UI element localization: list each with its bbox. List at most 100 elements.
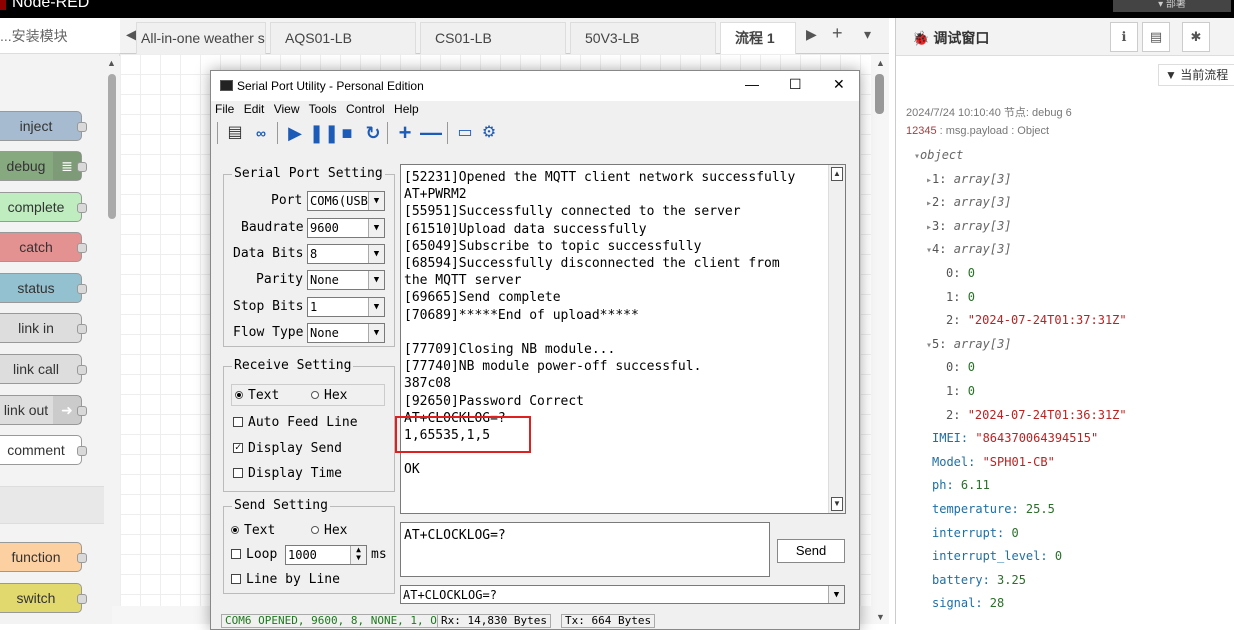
recv-text-radio[interactable]: Text [235, 388, 279, 403]
debug-tree-row[interactable]: ▾5: array[3] [926, 337, 1012, 351]
maximize-button[interactable]: ☐ [789, 76, 802, 93]
close-button[interactable]: ✕ [833, 76, 845, 93]
link-icon[interactable]: ∞ [249, 121, 273, 145]
recv-hex-radio[interactable]: Hex [311, 388, 347, 403]
palette-node-link-out[interactable]: link out ➜ [0, 395, 87, 425]
info-tab-icon[interactable]: ℹ [1110, 22, 1138, 52]
flow-tab[interactable]: CS01-LB [420, 22, 566, 54]
palette-node-function[interactable]: function [0, 542, 87, 572]
menu-help[interactable]: Help [394, 102, 419, 116]
app-icon [220, 80, 233, 91]
palette-node-label: catch [19, 239, 53, 255]
refresh-icon[interactable]: ↻ [361, 121, 385, 145]
debug-tab-icon[interactable]: ✱ [1182, 22, 1210, 52]
loop-interval-input[interactable]: 1000 ▲ ▼ [285, 545, 367, 565]
node-port-icon [77, 122, 87, 132]
port-select[interactable]: COM6(USB ▼ [307, 191, 385, 211]
display-send-checkbox[interactable]: ✓ Display Send [233, 441, 342, 456]
flow-tabs: ◀ All-in-one weather s AQS01-LB CS01-LB 50V… [120, 18, 889, 54]
scroll-up-icon[interactable]: ▲ [831, 167, 843, 181]
palette-node-inject[interactable]: inject [0, 111, 87, 141]
debug-tree-row[interactable]: ▸3: array[3] [926, 219, 1012, 233]
node-red-logo-icon [0, 0, 6, 10]
node-port-icon [77, 446, 87, 456]
receive-scrollbar[interactable]: ▲ ▼ [828, 165, 845, 513]
scroll-up-icon[interactable]: ▲ [107, 58, 116, 68]
line-by-line-checkbox[interactable]: Line by Line [231, 572, 340, 587]
tab-scroll-right-icon[interactable]: ▶ [806, 26, 817, 43]
debug-sidebar: 🐞 调试窗口 ℹ ▤ ✱ ▼ 当前流程 2024/7/24 10:10:40 节… [895, 18, 1234, 624]
palette-node-switch[interactable]: switch [0, 583, 87, 613]
auto-feed-checkbox[interactable]: Auto Feed Line [233, 415, 358, 430]
node-port-icon [77, 406, 87, 416]
stopbits-select[interactable]: 1 ▼ [307, 297, 385, 317]
debug-tree-row[interactable]: ▸1: array[3] [926, 172, 1012, 186]
display-time-checkbox[interactable]: Display Time [233, 466, 342, 481]
flowtype-select[interactable]: None ▼ [307, 323, 385, 343]
scroll-down-icon[interactable]: ▼ [831, 497, 843, 511]
palette-node-catch[interactable]: catch [0, 232, 87, 262]
menu-edit[interactable]: Edit [244, 102, 265, 116]
palette-scrollbar[interactable]: ▲ [104, 56, 120, 624]
node-port-icon [77, 594, 87, 604]
status-port: COM6 OPENED, 9600, 8, NONE, 1, OFF [221, 614, 455, 628]
palette-search[interactable]: ...安装模块 [0, 18, 120, 54]
node-port-icon [77, 243, 87, 253]
send-button[interactable]: Send [777, 539, 845, 563]
debug-message-meta: 2024/7/24 10:10:40 节点: debug 6 [906, 107, 1072, 119]
help-tab-icon[interactable]: ▤ [1142, 22, 1170, 52]
workspace-scrollbar[interactable]: ▲ ▼ [871, 54, 889, 624]
menu-control[interactable]: Control [346, 102, 385, 116]
tab-menu-icon[interactable]: ▾ [864, 26, 871, 43]
gear-icon[interactable]: ⚙ [477, 121, 501, 145]
document-icon[interactable]: ▤ [223, 121, 247, 145]
serial-titlebar: Serial Port Utility - Personal Edition —… [211, 71, 859, 101]
serial-port-utility-window: Serial Port Utility - Personal Edition —… [210, 70, 860, 630]
node-port-icon [77, 203, 87, 213]
palette-node-label: switch [16, 590, 56, 606]
flow-tab[interactable]: 流程 1 [720, 22, 796, 54]
minimize-button[interactable]: — [745, 76, 759, 92]
loop-checkbox[interactable]: Loop [231, 547, 277, 562]
debug-tree-row: 1: 0 [946, 289, 975, 304]
deploy-button[interactable]: ▾ 部署 [1113, 0, 1231, 12]
debug-tree-row[interactable]: ▸2: array[3] [926, 195, 1012, 209]
baudrate-select[interactable]: 9600 ▼ [307, 218, 385, 238]
palette-node-status[interactable]: status [0, 273, 87, 303]
debug-tree-row: 2: "2024-07-24T01:36:31Z" [946, 407, 1127, 422]
flow-tab[interactable]: All-in-one weather s [136, 22, 266, 54]
palette-node-link-in[interactable]: link in [0, 313, 87, 343]
start-icon[interactable]: ▶ [283, 121, 307, 145]
receive-textarea[interactable]: [52231]Opened the MQTT client network su… [400, 164, 846, 514]
debug-tree-row[interactable]: ▾object [914, 148, 963, 162]
debug-tree-row: battery: 3.25 [932, 572, 1026, 587]
debug-tree-row[interactable]: ▾4: array[3] [926, 242, 1012, 256]
add-flow-icon[interactable]: + [832, 23, 843, 44]
debug-tree-row: 2: "2024-07-24T01:37:31Z" [946, 313, 1127, 328]
menu-file[interactable]: File [215, 102, 234, 116]
debug-filter[interactable]: ▼ 当前流程 [1158, 64, 1234, 86]
remove-icon[interactable]: — [419, 121, 443, 145]
parity-select[interactable]: None ▼ [307, 270, 385, 290]
send-text-radio[interactable]: Text [231, 523, 275, 538]
pause-icon[interactable]: ❚❚ [309, 121, 339, 145]
palette-node-complete[interactable]: complete [0, 192, 87, 222]
send-hex-radio[interactable]: Hex [311, 523, 347, 538]
add-icon[interactable]: + [393, 121, 417, 145]
menu-view[interactable]: View [274, 102, 300, 116]
flow-tab[interactable]: AQS01-LB [270, 22, 416, 54]
palette-node-link-call[interactable]: link call [0, 354, 87, 384]
databits-select[interactable]: 8 ▼ [307, 244, 385, 264]
menu-tools[interactable]: Tools [309, 102, 337, 116]
command-history-select[interactable]: AT+CLOCKLOG=? ▼ [400, 585, 845, 604]
flow-tab[interactable]: 50V3-LB [570, 22, 716, 54]
palette-node-comment[interactable]: comment [0, 435, 87, 465]
serial-window-title: Serial Port Utility - Personal Edition [237, 79, 424, 93]
window-icon[interactable]: ▭ [453, 121, 477, 145]
stop-icon[interactable]: ■ [335, 121, 359, 145]
app-titlebar: Node-RED ▾ 部署 [0, 0, 1234, 18]
send-textarea[interactable]: AT+CLOCKLOG=? [400, 522, 770, 577]
debug-tree-row: ph: 6.11 [932, 478, 990, 493]
debug-tree-row: interrupt_level: 0 [932, 549, 1063, 564]
palette-node-debug[interactable]: debug ≣ [0, 151, 87, 181]
